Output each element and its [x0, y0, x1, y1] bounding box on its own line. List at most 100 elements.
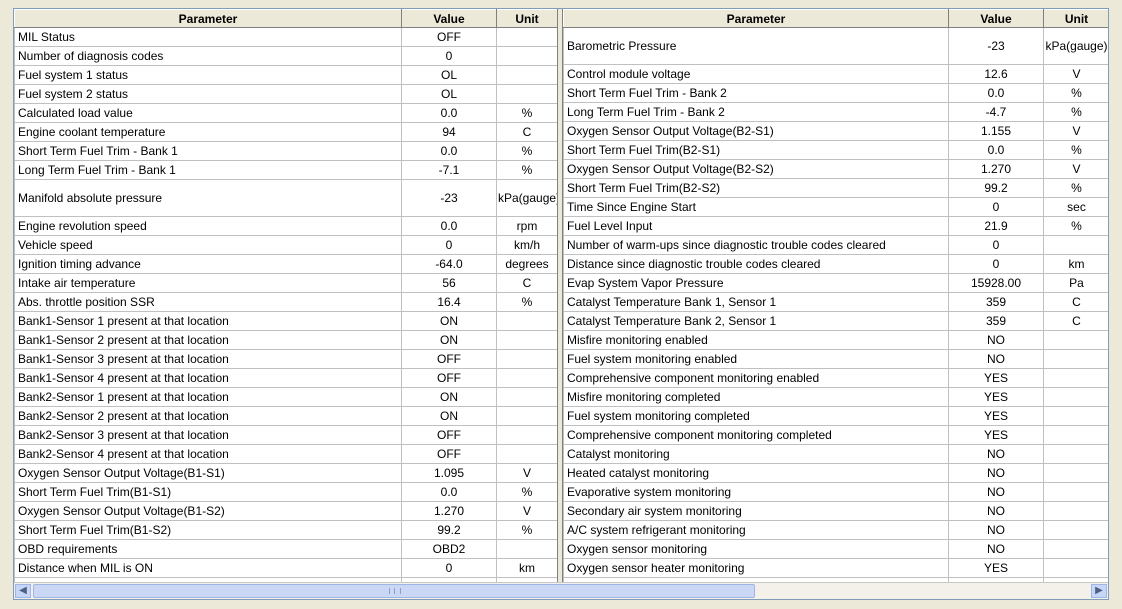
unit-cell [1043, 501, 1108, 521]
column-header-parameter[interactable]: Parameter [563, 9, 949, 28]
table-row[interactable]: Catalyst Temperature Bank 1, Sensor 1 359… [563, 292, 1108, 312]
table-row[interactable]: Comprehensive component monitoring compl… [563, 425, 1108, 445]
table-row[interactable]: Abs. throttle position SSR 16.4% [14, 292, 558, 312]
table-row[interactable]: Fuel system monitoring enabled NO [563, 349, 1108, 369]
table-row[interactable]: Short Term Fuel Trim(B2-S1) 0.0% [563, 140, 1108, 160]
right-header-row: Parameter Value Unit [563, 9, 1108, 28]
parameter-cell: Bank1-Sensor 1 present at that location [14, 311, 402, 331]
value-cell: 12.6 [948, 64, 1044, 84]
table-row[interactable]: Oxygen sensor monitoring NO [563, 539, 1108, 559]
table-row[interactable]: Catalyst monitoring NO [563, 444, 1108, 464]
unit-cell [1043, 539, 1108, 559]
table-row[interactable]: Short Term Fuel Trim(B2-S2) 99.2% [563, 178, 1108, 198]
table-row[interactable]: Long Term Fuel Trim - Bank 2 -4.7% [563, 102, 1108, 122]
value-cell: 15928.00 [948, 273, 1044, 293]
table-row[interactable]: Manifold absolute pressure -23 kPa(gauge) [14, 179, 558, 217]
table-row[interactable]: Fuel system monitoring completed YES [563, 406, 1108, 426]
value-cell: ON [401, 406, 497, 426]
unit-cell [496, 349, 558, 369]
table-row[interactable]: Distance since diagnostic trouble codes … [563, 254, 1108, 274]
value-cell: NO [948, 330, 1044, 350]
table-row[interactable]: OBD requirements OBD2 [14, 539, 558, 559]
table-row[interactable]: Secondary air system monitoring NO [563, 501, 1108, 521]
table-row[interactable]: Engine coolant temperature 94 C [14, 122, 558, 142]
table-row[interactable]: Intake air temperature 56 C [14, 273, 558, 293]
unit-cell: C [1043, 292, 1108, 312]
table-row[interactable]: Bank2-Sensor 1 present at that location O… [14, 387, 558, 407]
parameter-cell: A/C system refrigerant monitoring [563, 520, 949, 540]
column-header-unit[interactable]: Unit [496, 9, 558, 28]
value-cell: YES [948, 368, 1044, 388]
parameter-cell: Number of diagnosis codes [14, 46, 402, 66]
table-row[interactable]: Short Term Fuel Trim(B1-S1) 0.0% [14, 482, 558, 502]
table-row[interactable]: Catalyst Temperature Bank 2, Sensor 1 359… [563, 311, 1108, 331]
table-row[interactable]: Oxygen sensor heater monitoring YES [563, 558, 1108, 578]
table-row[interactable]: Fuel Level Input 21.9% [563, 216, 1108, 236]
left-header-row: Parameter Value Unit [14, 9, 558, 28]
table-row[interactable]: Control module voltage 12.6 V [563, 64, 1108, 84]
scroll-left-button[interactable]: ◀ [15, 584, 31, 598]
unit-cell: km [496, 558, 558, 578]
table-row[interactable]: Misfire monitoring enabled NO [563, 330, 1108, 350]
table-row[interactable]: Vehicle speed 0 km/h [14, 235, 558, 255]
unit-cell [496, 406, 558, 426]
scroll-right-button[interactable]: ▶ [1091, 584, 1107, 598]
column-header-value[interactable]: Value [401, 9, 497, 28]
table-row[interactable]: Oxygen Sensor Output Voltage(B2-S2) 1.270… [563, 159, 1108, 179]
table-row[interactable]: Bank1-Sensor 1 present at that location O… [14, 311, 558, 331]
unit-cell [1043, 330, 1108, 350]
parameter-cell: OBD requirements [14, 539, 402, 559]
column-header-parameter[interactable]: Parameter [14, 9, 402, 28]
table-row[interactable]: Oxygen Sensor Output Voltage(B2-S1) 1.155… [563, 121, 1108, 141]
value-cell: 99.2 [948, 178, 1044, 198]
table-row[interactable]: Evap System Vapor Pressure 15928.00 Pa [563, 273, 1108, 293]
table-row[interactable]: Oxygen Sensor Output Voltage(B1-S2) 1.270… [14, 501, 558, 521]
table-row[interactable]: Engine revolution speed 0.0 rpm [14, 216, 558, 236]
parameter-cell: Catalyst Temperature Bank 1, Sensor 1 [563, 292, 949, 312]
table-row[interactable]: Bank2-Sensor 4 present at that location O… [14, 444, 558, 464]
table-row[interactable]: A/C system refrigerant monitoring NO [563, 520, 1108, 540]
unit-cell: km [1043, 254, 1108, 274]
table-row[interactable]: Bank2-Sensor 3 present at that location O… [14, 425, 558, 445]
unit-cell [496, 425, 558, 445]
horizontal-scrollbar[interactable]: ◀ ▶ [14, 582, 1108, 599]
table-row[interactable]: Number of diagnosis codes 0 [14, 46, 558, 66]
table-row[interactable]: Bank1-Sensor 2 present at that location O… [14, 330, 558, 350]
table-row[interactable]: Bank1-Sensor 3 present at that location O… [14, 349, 558, 369]
table-row[interactable]: Distance when MIL is ON 0 km [14, 558, 558, 578]
table-row[interactable]: Short Term Fuel Trim - Bank 2 0.0% [563, 83, 1108, 103]
parameter-cell: Intake air temperature [14, 273, 402, 293]
parameter-cell: Short Term Fuel Trim - Bank 2 [563, 83, 949, 103]
table-row[interactable]: Comprehensive component monitoring enabl… [563, 368, 1108, 388]
table-row[interactable]: Bank1-Sensor 4 present at that location O… [14, 368, 558, 388]
parameter-cell: Distance when MIL is ON [14, 558, 402, 578]
table-row[interactable]: Fuel system 1 status OL [14, 65, 558, 85]
table-row[interactable]: MIL Status OFF [14, 27, 558, 47]
parameter-cell: Short Term Fuel Trim - Bank 1 [14, 141, 402, 161]
table-row[interactable]: Time Since Engine Start 0 sec [563, 197, 1108, 217]
column-header-unit[interactable]: Unit [1043, 9, 1108, 28]
value-cell: YES [948, 558, 1044, 578]
table-row[interactable]: Evaporative system monitoring NO [563, 482, 1108, 502]
table-row[interactable]: Ignition timing advance -64.0 degrees [14, 254, 558, 274]
value-cell: YES [948, 387, 1044, 407]
table-row[interactable]: Barometric Pressure -23 kPa(gauge) [563, 27, 1108, 65]
table-row[interactable]: Number of warm-ups since diagnostic trou… [563, 235, 1108, 255]
table-row[interactable]: Oxygen Sensor Output Voltage(B1-S1) 1.095… [14, 463, 558, 483]
table-row[interactable]: Fuel system 2 status OL [14, 84, 558, 104]
unit-cell: V [1043, 159, 1108, 179]
parameter-cell: Evap System Vapor Pressure [563, 273, 949, 293]
scrollbar-thumb[interactable] [33, 584, 755, 598]
parameter-cell: Bank1-Sensor 2 present at that location [14, 330, 402, 350]
table-row[interactable]: Misfire monitoring completed YES [563, 387, 1108, 407]
table-row[interactable]: Short Term Fuel Trim - Bank 1 0.0% [14, 141, 558, 161]
value-cell: 56 [401, 273, 497, 293]
parameter-cell: Long Term Fuel Trim - Bank 1 [14, 160, 402, 180]
column-header-value[interactable]: Value [948, 9, 1044, 28]
table-row[interactable]: Heated catalyst monitoring NO [563, 463, 1108, 483]
table-row[interactable]: Long Term Fuel Trim - Bank 1 -7.1% [14, 160, 558, 180]
table-row[interactable]: Calculated load value 0.0% [14, 103, 558, 123]
table-row[interactable]: Bank2-Sensor 2 present at that location O… [14, 406, 558, 426]
table-row[interactable]: Short Term Fuel Trim(B1-S2) 99.2% [14, 520, 558, 540]
unit-cell [1043, 387, 1108, 407]
